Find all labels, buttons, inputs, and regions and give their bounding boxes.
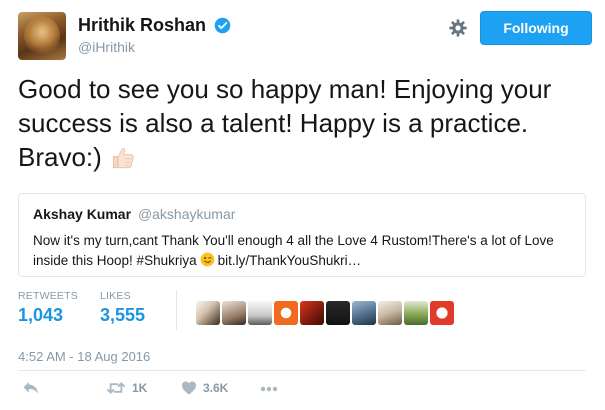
more-button[interactable]: [260, 386, 278, 392]
quoted-tweet[interactable]: Akshay Kumar @akshaykumar Now it's my tu…: [18, 193, 586, 277]
reply-button[interactable]: [22, 380, 40, 396]
likes-count: 3,555: [100, 305, 146, 325]
quoted-tweet-header: Akshay Kumar @akshaykumar: [33, 205, 571, 223]
retweets-stat[interactable]: RETWEETS 1,043: [18, 290, 78, 326]
tweet-text-body: Good to see you so happy man! Enjoying y…: [18, 74, 552, 172]
retweet-count: 1K: [132, 381, 148, 395]
quoted-link[interactable]: bit.ly/ThankYouShukri…: [218, 253, 362, 268]
liker-avatar[interactable]: [196, 301, 220, 325]
following-button[interactable]: Following: [480, 11, 592, 45]
retweet-icon: [107, 382, 125, 394]
like-button[interactable]: 3.6K: [181, 380, 228, 395]
more-dots-icon: [260, 386, 278, 392]
tweet-actions: 1K 3.6K: [18, 380, 318, 402]
author-handle[interactable]: @iHrithik: [78, 39, 231, 55]
like-count: 3.6K: [203, 380, 229, 395]
author-block: Hrithik Roshan @iHrithik: [78, 15, 231, 55]
retweets-count: 1,043: [18, 305, 64, 325]
liker-avatar[interactable]: [378, 301, 402, 325]
stats-divider: [176, 290, 177, 330]
tweet-timestamp[interactable]: 4:52 AM - 18 Aug 2016: [18, 349, 150, 364]
quoted-tweet-text: Now it's my turn,cant Thank You'll enoug…: [33, 231, 571, 271]
liker-avatar[interactable]: [404, 301, 428, 325]
author-name[interactable]: Hrithik Roshan: [78, 15, 206, 36]
tweet-text: Good to see you so happy man! Enjoying y…: [18, 72, 598, 174]
reply-icon: [23, 382, 39, 394]
retweets-label: RETWEETS: [18, 290, 78, 302]
liker-avatar[interactable]: [352, 301, 376, 325]
likers-avatars: [196, 301, 454, 325]
thumbs-up-light-skin-icon: [112, 148, 134, 169]
avatar-image: [24, 16, 60, 56]
liker-avatar[interactable]: [430, 301, 454, 325]
liker-avatar[interactable]: [300, 301, 324, 325]
heart-icon: [182, 381, 196, 395]
liker-avatar[interactable]: [274, 301, 298, 325]
winking-face-tongue-icon: [200, 252, 214, 267]
actions-divider: [18, 370, 586, 371]
liker-avatar[interactable]: [222, 301, 246, 325]
likes-stat[interactable]: LIKES 3,555: [100, 290, 145, 326]
liker-avatar[interactable]: [326, 301, 350, 325]
verified-badge-icon: [215, 17, 231, 34]
author-avatar[interactable]: [18, 12, 66, 60]
liker-avatar[interactable]: [248, 301, 272, 325]
gear-icon[interactable]: [449, 19, 467, 37]
quoted-author-name: Akshay Kumar: [33, 206, 132, 222]
quoted-author-handle: @akshaykumar: [137, 206, 236, 222]
likes-label: LIKES: [100, 290, 131, 302]
retweet-button[interactable]: 1K: [106, 380, 147, 396]
